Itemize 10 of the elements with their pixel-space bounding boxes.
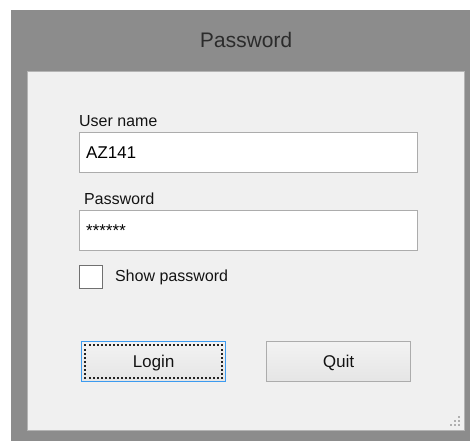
input-field[interactable]: ****** xyxy=(79,210,418,251)
checkbox[interactable] xyxy=(79,265,103,289)
input-field[interactable]: AZ141 xyxy=(79,132,418,173)
field-label: Password xyxy=(84,190,156,209)
checkbox-label[interactable]: Show password xyxy=(115,265,228,289)
quit-button[interactable]: Quit xyxy=(266,341,411,382)
field-label: User name xyxy=(79,112,158,131)
resize-grip-icon[interactable] xyxy=(449,415,461,427)
login-button[interactable]: Login xyxy=(81,341,226,382)
window-title: Password xyxy=(198,28,294,54)
